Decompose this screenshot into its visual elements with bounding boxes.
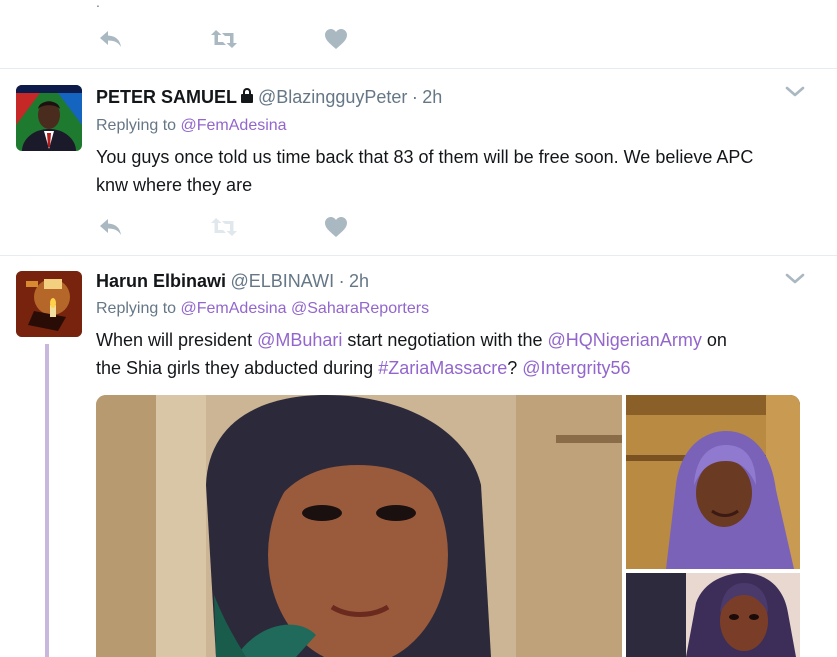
heart-icon[interactable] xyxy=(324,216,352,240)
separator: · xyxy=(338,271,345,291)
avatar[interactable] xyxy=(16,271,82,337)
media-photo-main[interactable] xyxy=(96,395,622,657)
display-name[interactable]: PETER SAMUEL xyxy=(96,87,237,107)
tweet-text: You guys once told us time back that 83 … xyxy=(96,147,754,195)
reply-icon[interactable] xyxy=(98,216,126,240)
mention-link[interactable]: @Intergrity56 xyxy=(522,358,630,378)
media-photo-tertiary[interactable] xyxy=(626,573,800,657)
mention-link[interactable]: @MBuhari xyxy=(257,330,342,350)
lock-icon xyxy=(240,87,254,111)
timestamp[interactable]: 2h xyxy=(349,271,369,291)
media-photo-secondary[interactable] xyxy=(626,395,800,569)
tweet-divider xyxy=(0,255,837,256)
hashtag-link[interactable]: #ZariaMassacre xyxy=(378,358,507,378)
avatar[interactable] xyxy=(16,85,82,151)
replying-to: Replying to @FemAdesina xyxy=(96,117,287,135)
separator: · xyxy=(411,87,418,107)
tweet-media[interactable] xyxy=(96,395,800,657)
mention-link[interactable]: @HQNigerianArmy xyxy=(548,330,702,350)
heart-icon[interactable] xyxy=(324,28,352,52)
user-handle[interactable]: @BlazingguyPeter xyxy=(258,87,407,107)
tweet1-header: PETER SAMUEL @BlazingguyPeter · 2h xyxy=(96,86,442,111)
user-handle[interactable]: @ELBINAWI xyxy=(230,271,334,291)
tweet2-header: Harun Elbinawi @ELBINAWI · 2h xyxy=(96,270,369,294)
tweet-text-part: ? xyxy=(507,358,523,378)
tweet-divider xyxy=(0,68,837,69)
timestamp[interactable]: 2h xyxy=(422,87,442,107)
tweet-text: When will president @MBuhari start negot… xyxy=(96,326,816,382)
display-name[interactable]: Harun Elbinawi xyxy=(96,271,226,291)
tweet-text-part: start negotiation with the xyxy=(342,330,548,350)
thread-line xyxy=(45,344,49,657)
chevron-down-icon[interactable] xyxy=(784,272,806,286)
stray-mark: . xyxy=(96,0,100,10)
tweet-text-part: the Shia girls they abducted during xyxy=(96,358,379,378)
replying-prefix: Replying to xyxy=(96,300,177,317)
retweet-icon[interactable] xyxy=(209,28,237,52)
chevron-down-icon[interactable] xyxy=(784,85,806,99)
tweet-text-part: When will president xyxy=(96,330,258,350)
replying-to: Replying to @FemAdesina @SaharaReporters xyxy=(96,300,429,318)
replying-prefix: Replying to xyxy=(96,117,177,134)
retweet-icon xyxy=(209,216,237,240)
tweet-text-part: on xyxy=(701,330,727,350)
reply-icon[interactable] xyxy=(98,28,126,52)
replying-to-link[interactable]: @FemAdesina xyxy=(181,117,287,134)
replying-to-link[interactable]: @SaharaReporters xyxy=(291,300,429,317)
replying-to-link[interactable]: @FemAdesina xyxy=(181,300,287,317)
